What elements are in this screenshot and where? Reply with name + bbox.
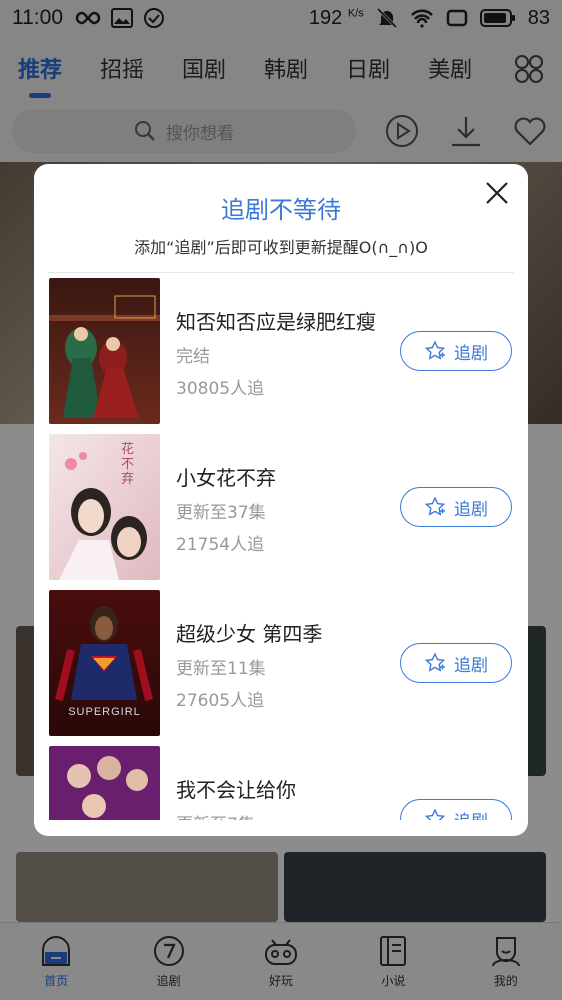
follow-button-label: 追剧 (454, 343, 488, 364)
list-item: SUPERGIRL 超级少女 第四季 更新至11集 27605人追 追剧 (34, 588, 528, 744)
poster-image[interactable] (49, 278, 160, 424)
show-title: 超级少女 第四季 (176, 622, 323, 646)
show-title: 我不会让给你 (176, 778, 296, 802)
list-item: 知否知否应是绿肥红瘦 完结 30805人追 追剧 (34, 276, 528, 432)
star-plus-icon (424, 652, 446, 672)
show-follower-count: 27605人追 (176, 691, 265, 711)
dialog-subtitle: 添加“追剧”后即可收到更新提醒O(∩_∩)O (134, 238, 428, 257)
show-follower-count: 30805人追 (176, 379, 265, 399)
follow-button[interactable]: 追剧 (400, 331, 512, 371)
list-item: 我不会让给你 更新至7集 追剧 (34, 744, 528, 820)
follow-button-label: 追剧 (454, 499, 488, 520)
poster-title-text: SUPERGIRL (68, 706, 141, 718)
show-status: 更新至37集 (176, 503, 266, 523)
star-plus-icon (424, 808, 446, 820)
show-title: 知否知否应是绿肥红瘦 (176, 310, 376, 334)
star-plus-icon (424, 496, 446, 516)
dialog-divider (48, 272, 514, 273)
star-plus-icon (424, 340, 446, 360)
show-status: 更新至7集 (176, 810, 255, 820)
follow-button-label: 追剧 (454, 655, 488, 676)
poster-image[interactable]: 花不弃 (49, 434, 160, 580)
follow-button[interactable]: 追剧 (400, 487, 512, 527)
follow-button-label: 追剧 (454, 807, 488, 821)
poster-title-text: 花不弃 (121, 442, 135, 487)
show-list: 知否知否应是绿肥红瘦 完结 30805人追 追剧 花不弃 小女花不弃 更新至37… (34, 276, 528, 820)
show-follower-count: 21754人追 (176, 535, 265, 555)
show-status: 更新至11集 (176, 659, 266, 679)
show-title: 小女花不弃 (176, 466, 276, 490)
follow-drama-dialog: 追剧不等待 添加“追剧”后即可收到更新提醒O(∩_∩)O 知否知否应是绿肥红瘦 … (34, 164, 528, 836)
poster-image[interactable]: SUPERGIRL (49, 590, 160, 736)
show-status: 完结 (176, 347, 210, 367)
dialog-title: 追剧不等待 (221, 196, 341, 224)
poster-image[interactable] (49, 746, 160, 820)
follow-button[interactable]: 追剧 (400, 643, 512, 683)
follow-button[interactable]: 追剧 (400, 799, 512, 820)
list-item: 花不弃 小女花不弃 更新至37集 21754人追 追剧 (34, 432, 528, 588)
